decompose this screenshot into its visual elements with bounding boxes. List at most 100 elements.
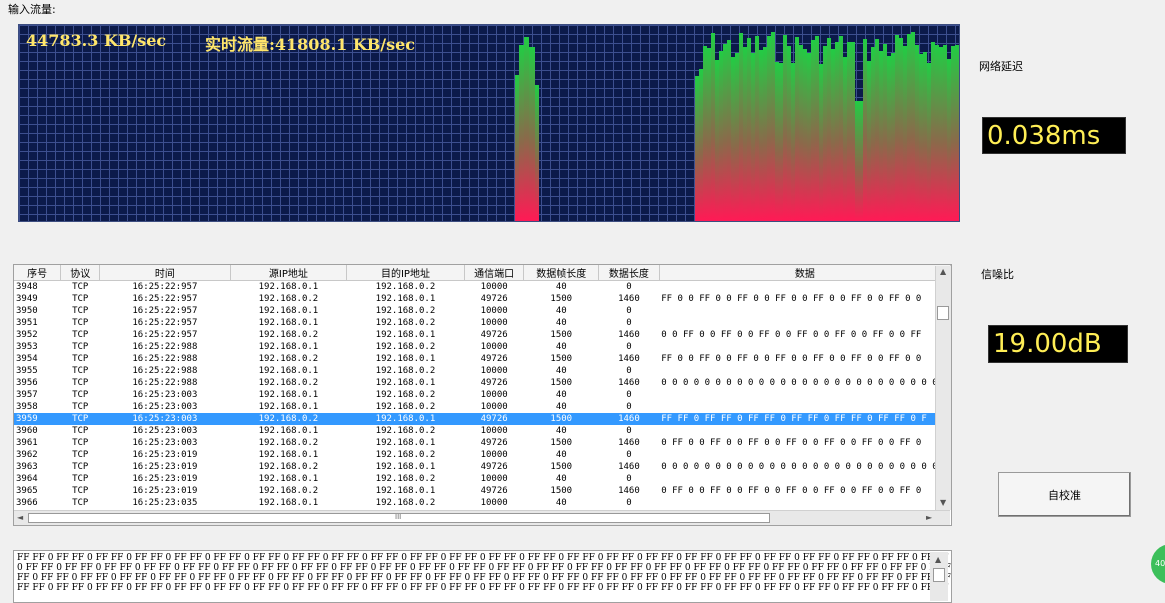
column-header[interactable]: 目的IP地址 — [346, 265, 465, 281]
payload-scrollbar[interactable]: ▲ — [930, 552, 948, 601]
table-cell: 10000 — [480, 474, 508, 484]
table-cell: 3955 — [16, 366, 38, 376]
table-cell: 192.168.0.2 — [258, 462, 319, 472]
table-cell: 10000 — [480, 426, 508, 436]
table-cell: 192.168.0.1 — [258, 450, 319, 460]
table-row[interactable]: 3966 TCP 16:25:23:035 192.168.0.1 192.168.0.… — [14, 497, 951, 509]
table-cell: 192.168.0.1 — [375, 294, 436, 304]
table-cell: 192.168.0.1 — [258, 366, 319, 376]
table-cell: 192.168.0.1 — [258, 282, 319, 292]
traffic-bar — [735, 53, 739, 221]
column-header[interactable]: 数据帧长度 — [523, 265, 600, 281]
table-cell: 3951 — [16, 318, 38, 328]
traffic-bar — [519, 45, 524, 221]
traffic-bar — [791, 63, 795, 221]
table-cell: 192.168.0.2 — [375, 282, 436, 292]
table-row[interactable]: 3964 TCP 16:25:23:019 192.168.0.1 192.168.0.… — [14, 473, 951, 485]
table-cell: 16:25:23:003 — [132, 438, 198, 448]
table-cell: 0 — [626, 402, 632, 412]
table-cell: 192.168.0.2 — [258, 378, 319, 388]
table-row[interactable]: 3965 TCP 16:25:23:019 192.168.0.2 192.168.0.… — [14, 485, 951, 497]
table-row[interactable]: 3949 TCP 16:25:22:957 192.168.0.2 192.168.0.… — [14, 293, 951, 305]
scroll-right-icon[interactable]: ► — [926, 513, 932, 522]
table-cell: 192.168.0.2 — [375, 306, 436, 316]
column-header[interactable]: 协议 — [60, 265, 101, 281]
table-horizontal-scrollbar[interactable]: ◄ III ► — [14, 510, 950, 525]
traffic-bar — [529, 47, 535, 221]
table-cell: 3962 — [16, 450, 38, 460]
traffic-bars — [515, 32, 959, 221]
column-header[interactable]: 序号 — [14, 265, 62, 281]
table-cell: 1500 — [550, 354, 573, 364]
table-row[interactable]: 3955 TCP 16:25:22:988 192.168.0.1 192.168.0.… — [14, 365, 951, 377]
table-row[interactable]: 3950 TCP 16:25:22:957 192.168.0.1 192.168.0.… — [14, 305, 951, 317]
table-row[interactable]: 3960 TCP 16:25:23:003 192.168.0.1 192.168.0.… — [14, 425, 951, 437]
scroll-down-icon[interactable]: ▼ — [940, 498, 946, 507]
table-cell: 16:25:22:957 — [132, 330, 198, 340]
table-cell: 192.168.0.2 — [375, 426, 436, 436]
packet-table[interactable]: 序号 协议 时间 源IP地址 目的IP地址 通信端口 数据帧长度 数据长度 数据 3948 TCP… — [13, 264, 952, 526]
table-row[interactable]: 3953 TCP 16:25:22:988 192.168.0.1 192.168.0.… — [14, 341, 951, 353]
table-cell: 16:25:22:988 — [132, 366, 198, 376]
column-header[interactable]: 数据 — [659, 265, 951, 281]
table-cell — [659, 317, 950, 329]
table-cell: 16:25:23:019 — [132, 462, 198, 472]
table-row[interactable]: 3948 TCP 16:25:22:957 192.168.0.1 192.168.0.… — [14, 281, 951, 294]
table-cell: 192.168.0.1 — [375, 486, 436, 496]
payload-hex-view[interactable]: FF FF 0 FF FF 0 FF FF 0 FF FF 0 FF FF 0 … — [13, 550, 952, 603]
table-row[interactable]: 3961 TCP 16:25:23:003 192.168.0.2 192.168.0.… — [14, 437, 951, 449]
traffic-bar — [875, 39, 879, 221]
column-header[interactable]: 源IP地址 — [230, 265, 348, 281]
table-row[interactable]: 3958 TCP 16:25:23:003 192.168.0.1 192.168.0.… — [14, 401, 951, 413]
table-cell: 192.168.0.1 — [258, 474, 319, 484]
table-cell: 16:25:22:988 — [132, 378, 198, 388]
table-row[interactable]: 3952 TCP 16:25:22:957 192.168.0.2 192.168.0.… — [14, 329, 951, 341]
column-header[interactable]: 数据长度 — [598, 265, 660, 281]
table-row[interactable]: 3951 TCP 16:25:22:957 192.168.0.1 192.168.0.… — [14, 317, 951, 329]
average-rate-text: 44783.3 KB/sec — [26, 31, 167, 50]
table-row[interactable]: 3962 TCP 16:25:23:019 192.168.0.1 192.168.0.… — [14, 449, 951, 461]
traffic-bar — [515, 75, 519, 221]
table-row[interactable]: 3963 TCP 16:25:23:019 192.168.0.2 192.168.0.… — [14, 461, 951, 473]
table-row[interactable]: 3959 TCP 16:25:23:003 192.168.0.2 192.168.0.… — [14, 413, 951, 425]
column-header[interactable]: 时间 — [99, 265, 231, 281]
table-cell: 192.168.0.2 — [258, 294, 319, 304]
table-cell: 0 — [626, 318, 632, 328]
table-cell: TCP — [72, 330, 89, 340]
table-row[interactable]: 3956 TCP 16:25:22:988 192.168.0.2 192.168.0.… — [14, 377, 951, 389]
table-cell: 49726 — [480, 378, 508, 388]
traffic-bar — [919, 54, 923, 221]
scroll-left-icon[interactable]: ◄ — [17, 513, 23, 522]
floating-badge[interactable]: 40 — [1151, 544, 1165, 584]
table-cell: 3948 — [16, 282, 38, 292]
table-cell: 1460 — [618, 354, 640, 364]
table-cell: 3958 — [16, 402, 38, 412]
payload-scroll-up-icon[interactable]: ▲ — [935, 555, 941, 564]
scroll-up-icon[interactable]: ▲ — [940, 267, 946, 276]
column-header[interactable]: 通信端口 — [464, 265, 525, 281]
table-cell: FF 0 0 FF 0 0 FF 0 0 FF 0 0 FF 0 0 FF 0 … — [661, 354, 922, 364]
table-cell: 1460 — [618, 294, 640, 304]
traffic-bar — [739, 33, 743, 221]
table-vertical-scrollbar[interactable]: ▲ ▼ — [935, 266, 951, 510]
payload-scroll-thumb[interactable] — [933, 568, 945, 582]
table-cell: 16:25:22:957 — [132, 318, 198, 328]
latency-display: 0.038ms — [982, 117, 1126, 154]
table-cell: 16:25:22:957 — [132, 306, 198, 316]
traffic-bar — [723, 44, 727, 221]
table-cell: 3953 — [16, 342, 38, 352]
traffic-bar — [879, 51, 883, 221]
self-calibrate-button[interactable]: 自校准 — [998, 472, 1131, 517]
table-cell: 0 FF 0 0 FF 0 0 FF 0 0 FF 0 0 FF 0 0 FF … — [661, 438, 922, 448]
table-row[interactable]: 3954 TCP 16:25:22:988 192.168.0.2 192.168.0.… — [14, 353, 951, 365]
table-cell: 0 — [626, 390, 632, 400]
table-cell: 3952 — [16, 330, 38, 340]
table-cell: 49726 — [480, 294, 508, 304]
table-cell: TCP — [72, 366, 89, 376]
table-cell: 192.168.0.2 — [375, 318, 436, 328]
snr-display: 19.00dB — [988, 325, 1128, 363]
traffic-bar — [863, 39, 867, 221]
horizontal-scroll-thumb[interactable]: III — [28, 513, 770, 523]
vertical-scroll-thumb[interactable] — [937, 306, 949, 320]
table-row[interactable]: 3957 TCP 16:25:23:003 192.168.0.1 192.168.0.… — [14, 389, 951, 401]
